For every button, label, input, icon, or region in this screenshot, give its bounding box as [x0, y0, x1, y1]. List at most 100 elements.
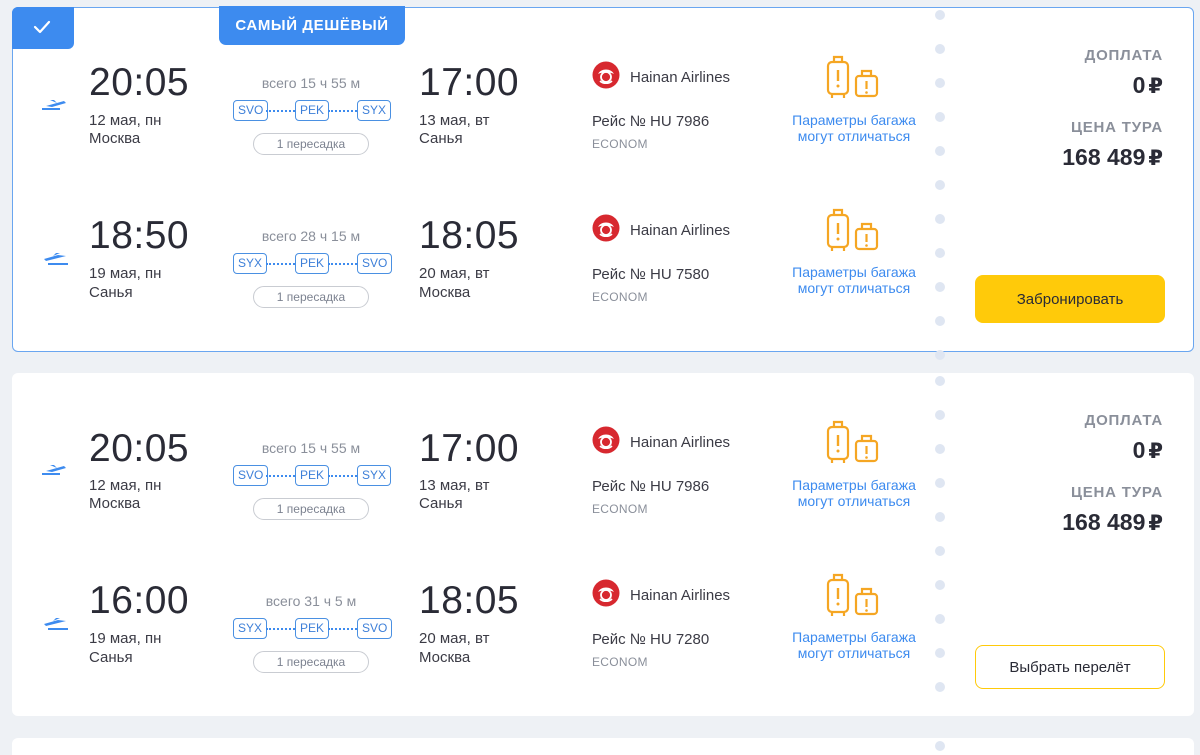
airport-code: PEK	[295, 465, 330, 486]
stops-badge: 1 пересадка	[253, 133, 369, 155]
arrival-city: Санья	[419, 130, 463, 147]
airport-code: PEK	[295, 253, 330, 274]
plane-takeoff-icon	[42, 100, 66, 110]
airline-name: Hainan Airlines	[630, 587, 731, 604]
departure-date: 19 мая, пн	[89, 630, 162, 647]
book-button[interactable]: Забронировать	[975, 275, 1165, 323]
surcharge-label: ДОПЛАТА	[1084, 412, 1163, 429]
surcharge-value: 0 ₽	[1132, 72, 1163, 98]
perforation-dot	[935, 376, 945, 386]
tour-price-label: ЦЕНА ТУРА	[1070, 484, 1163, 501]
total-duration: всего 31 ч 5 м	[265, 593, 357, 609]
departure-time: 18:50	[89, 214, 190, 257]
route-airports: SYX PEK SVO	[233, 618, 393, 640]
perforation-dot	[935, 478, 945, 488]
perforation-dot	[935, 10, 945, 20]
perforation-dot	[935, 180, 945, 190]
baggage-note[interactable]: Параметры багажа могут отличаться	[779, 264, 929, 296]
plane-takeoff-icon	[42, 465, 66, 475]
baggage-note[interactable]: Параметры багажа могут отличаться	[779, 629, 929, 661]
arrival-date: 20 мая, вт	[419, 630, 490, 647]
baggage-note[interactable]: Параметры багажа могут отличаться	[779, 477, 929, 509]
route-airports: SVO PEK SYX	[233, 465, 393, 487]
route-dots	[266, 475, 295, 477]
arrival-time: 18:05	[419, 579, 520, 622]
total-duration: всего 15 ч 55 м	[261, 440, 361, 456]
fare-class: ECONOM	[592, 655, 648, 669]
perforation-dot	[935, 580, 945, 590]
choose-flight-button[interactable]: Выбрать перелёт	[975, 645, 1165, 689]
cheapest-badge: САМЫЙ ДЕШЁВЫЙ	[219, 6, 405, 45]
arrival-city: Москва	[419, 284, 471, 301]
stops-badge: 1 пересадка	[253, 286, 369, 308]
departure-city: Санья	[89, 284, 133, 301]
airline-name: Hainan Airlines	[630, 434, 731, 451]
departure-date: 12 мая, пн	[89, 477, 162, 494]
perforation-dot	[935, 44, 945, 54]
flight-offer-card-2[interactable]: 20:05 12 мая, пн Москва всего 15 ч 55 м …	[12, 373, 1194, 716]
departure-time: 16:00	[89, 579, 190, 622]
stops-badge: 1 пересадка	[253, 498, 369, 520]
route-dots	[266, 263, 295, 265]
flight-offer-card-1[interactable]: САМЫЙ ДЕШЁВЫЙ 20:05 12 мая, пн Москва вс…	[12, 6, 1194, 360]
card-perforation	[935, 376, 945, 715]
arrival-time: 18:05	[419, 214, 520, 257]
hainan-airlines-logo	[592, 214, 620, 242]
fare-class: ECONOM	[592, 502, 648, 516]
baggage-note[interactable]: Параметры багажа могут отличаться	[779, 112, 929, 144]
airline-name: Hainan Airlines	[630, 69, 731, 86]
plane-landing-icon	[44, 253, 68, 265]
perforation-dot	[935, 546, 945, 556]
plane-landing-icon	[44, 618, 68, 630]
departure-city: Москва	[89, 130, 141, 147]
fare-class: ECONOM	[592, 290, 648, 304]
airline-name: Hainan Airlines	[630, 222, 731, 239]
perforation-dot	[935, 444, 945, 454]
airport-code: SYX	[233, 253, 268, 274]
flight-number: Рейс № HU 7280	[592, 631, 710, 648]
tour-price-value: 168 489 ₽	[1062, 144, 1163, 170]
hainan-airlines-logo	[592, 426, 620, 454]
luggage-icon	[826, 420, 879, 463]
luggage-icon	[826, 573, 879, 616]
flight-number: Рейс № HU 7986	[592, 113, 710, 130]
departure-city: Санья	[89, 649, 133, 666]
total-duration: всего 15 ч 55 м	[261, 75, 361, 91]
route-dots	[328, 475, 357, 477]
card-perforation	[935, 10, 945, 360]
route-dots	[266, 628, 295, 630]
airport-code: PEK	[295, 100, 330, 121]
perforation-dot	[935, 248, 945, 258]
perforation-dot	[935, 78, 945, 88]
route-airports: SYX PEK SVO	[233, 253, 393, 275]
perforation-dot	[935, 741, 945, 751]
arrival-time: 17:00	[419, 427, 520, 470]
airport-code: SYX	[357, 465, 392, 486]
perforation-dot	[935, 512, 945, 522]
departure-city: Москва	[89, 495, 141, 512]
perforation-dot	[935, 214, 945, 224]
route-dots	[266, 110, 295, 112]
route-dots	[328, 628, 357, 630]
total-duration: всего 28 ч 15 м	[261, 228, 361, 244]
surcharge-value: 0 ₽	[1132, 437, 1163, 463]
flight-number: Рейс № HU 7986	[592, 478, 710, 495]
check-icon	[33, 20, 51, 34]
arrival-time: 17:00	[419, 61, 520, 104]
perforation-dot	[935, 682, 945, 692]
perforation-dot	[935, 316, 945, 326]
departure-date: 19 мая, пн	[89, 265, 162, 282]
perforation-dot	[935, 410, 945, 420]
surcharge-label: ДОПЛАТА	[1084, 47, 1163, 64]
airport-code: SVO	[357, 253, 393, 274]
perforation-dot	[935, 112, 945, 122]
fare-class: ECONOM	[592, 137, 648, 151]
route-dots	[328, 263, 357, 265]
arrival-date: 13 мая, вт	[419, 477, 490, 494]
flight-offer-card-3[interactable]	[12, 738, 1194, 755]
airport-code: SYX	[233, 618, 268, 639]
arrival-city: Санья	[419, 495, 463, 512]
perforation-dot	[935, 648, 945, 658]
luggage-icon	[826, 208, 879, 251]
arrival-city: Москва	[419, 649, 471, 666]
